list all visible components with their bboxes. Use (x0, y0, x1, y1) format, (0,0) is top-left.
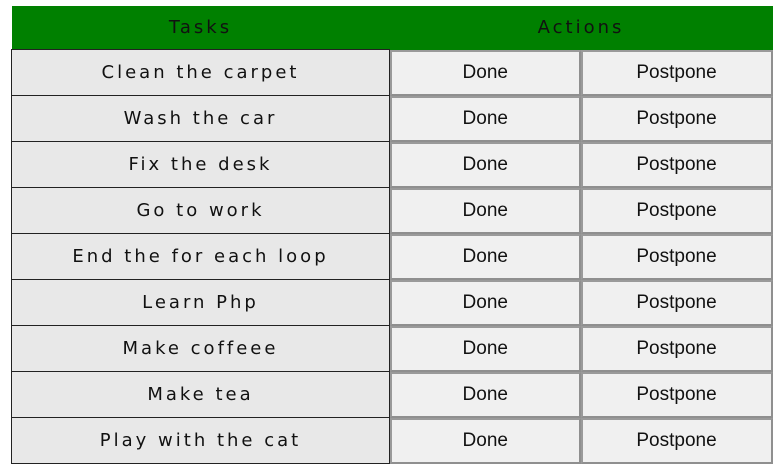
postpone-cell: Postpone (580, 49, 773, 96)
postpone-button[interactable]: Postpone (580, 279, 773, 326)
done-button[interactable]: Done (390, 417, 581, 464)
header-row: Tasks Actions (11, 6, 773, 50)
postpone-cell: Postpone (580, 187, 773, 234)
done-button[interactable]: Done (390, 141, 581, 188)
table-row: Play with the cat Done Postpone (11, 417, 773, 464)
table-row: Clean the carpet Done Postpone (11, 49, 773, 96)
postpone-cell: Postpone (580, 233, 773, 280)
done-cell: Done (390, 279, 581, 326)
done-cell: Done (390, 187, 581, 234)
task-name: Wash the car (11, 95, 390, 142)
task-name: Go to work (11, 187, 390, 234)
task-name: End the for each loop (11, 233, 390, 280)
done-cell: Done (390, 95, 581, 142)
done-button[interactable]: Done (390, 279, 581, 326)
table-row: Go to work Done Postpone (11, 187, 773, 234)
postpone-cell: Postpone (580, 371, 773, 418)
done-button[interactable]: Done (390, 187, 581, 234)
task-name: Make coffeee (11, 325, 390, 372)
postpone-button[interactable]: Postpone (580, 141, 773, 188)
done-button[interactable]: Done (390, 95, 581, 142)
postpone-button[interactable]: Postpone (580, 187, 773, 234)
task-name: Play with the cat (11, 417, 390, 464)
postpone-button[interactable]: Postpone (580, 95, 773, 142)
table-row: Make coffeee Done Postpone (11, 325, 773, 372)
table-row: Wash the car Done Postpone (11, 95, 773, 142)
postpone-button[interactable]: Postpone (580, 49, 773, 96)
table-body: Clean the carpet Done Postpone Wash the … (11, 49, 773, 464)
table-row: Make tea Done Postpone (11, 371, 773, 418)
task-name: Make tea (11, 371, 390, 418)
done-cell: Done (390, 233, 581, 280)
done-cell: Done (390, 325, 581, 372)
postpone-button[interactable]: Postpone (580, 371, 773, 418)
done-cell: Done (390, 141, 581, 188)
task-name: Clean the carpet (11, 49, 390, 96)
tasks-column-header: Tasks (11, 6, 390, 50)
postpone-cell: Postpone (580, 279, 773, 326)
task-name: Learn Php (11, 279, 390, 326)
done-button[interactable]: Done (390, 325, 581, 372)
tasks-table: Tasks Actions Clean the carpet Done Post… (11, 6, 773, 464)
done-button[interactable]: Done (390, 233, 581, 280)
task-name: Fix the desk (11, 141, 390, 188)
done-cell: Done (390, 417, 581, 464)
postpone-button[interactable]: Postpone (580, 325, 773, 372)
done-button[interactable]: Done (390, 49, 581, 96)
postpone-button[interactable]: Postpone (580, 417, 773, 464)
table-row: End the for each loop Done Postpone (11, 233, 773, 280)
done-cell: Done (390, 49, 581, 96)
page: Tasks Actions Clean the carpet Done Post… (0, 0, 776, 476)
actions-column-header: Actions (389, 6, 773, 50)
table-header: Tasks Actions (11, 6, 773, 50)
postpone-cell: Postpone (580, 325, 773, 372)
table-row: Fix the desk Done Postpone (11, 141, 773, 188)
postpone-cell: Postpone (580, 141, 773, 188)
done-button[interactable]: Done (390, 371, 581, 418)
done-cell: Done (390, 371, 581, 418)
postpone-button[interactable]: Postpone (580, 233, 773, 280)
postpone-cell: Postpone (580, 95, 773, 142)
table-row: Learn Php Done Postpone (11, 279, 773, 326)
postpone-cell: Postpone (580, 417, 773, 464)
